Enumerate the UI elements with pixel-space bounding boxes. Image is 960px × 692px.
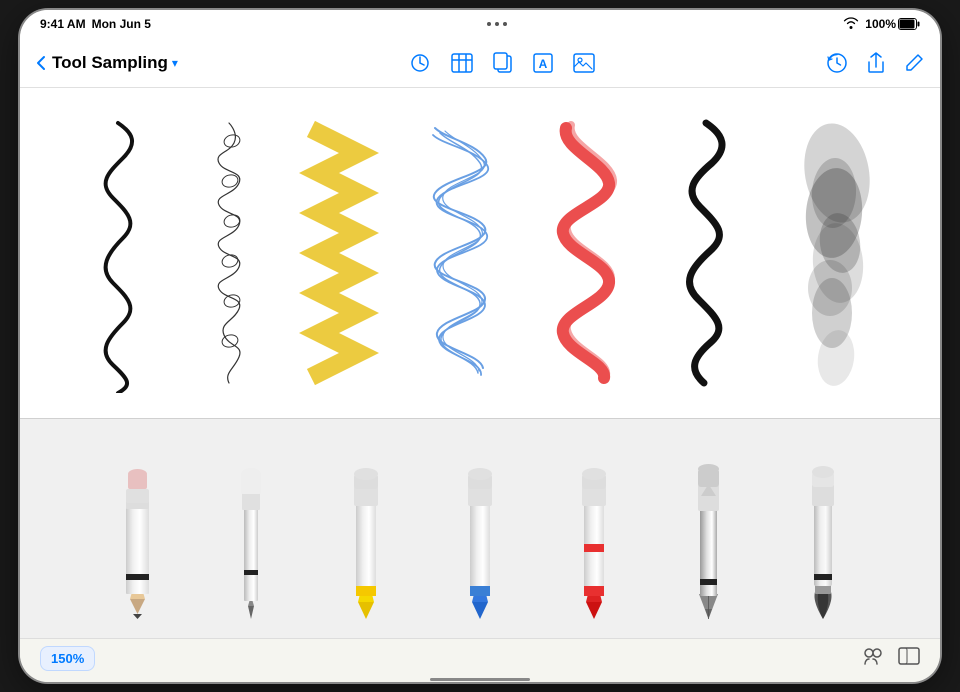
- document-title: Tool Sampling: [52, 53, 168, 73]
- tool-blue-marker[interactable]: [435, 439, 525, 619]
- edit-icon[interactable]: [904, 53, 924, 73]
- collaborate-icon[interactable]: [862, 646, 884, 671]
- stroke-ink-wash: [782, 108, 882, 398]
- bottom-bar: 150%: [20, 638, 940, 678]
- title-area: Tool Sampling ▾: [52, 53, 178, 73]
- ipad-frame: 9:41 AM Mon Jun 5 100%: [20, 10, 940, 682]
- main-content: [20, 88, 940, 638]
- back-button[interactable]: [36, 55, 46, 71]
- copy-tool-icon[interactable]: [493, 52, 513, 74]
- tool-tray: [20, 418, 940, 638]
- toolbar-left: Tool Sampling ▾: [36, 53, 178, 73]
- toolbar: Tool Sampling ▾: [20, 38, 940, 88]
- time: 9:41 AM: [40, 17, 86, 31]
- status-right: 100%: [843, 17, 920, 32]
- tool-fountain-pen[interactable]: [664, 439, 754, 619]
- dot3: [503, 22, 507, 26]
- stroke-blue-scribble: [415, 108, 505, 398]
- dot2: [495, 22, 499, 26]
- battery: 100%: [865, 17, 920, 31]
- svg-text:A: A: [539, 57, 548, 71]
- date: Mon Jun 5: [92, 17, 151, 31]
- tool-fine-pen[interactable]: [206, 439, 296, 619]
- status-left: 9:41 AM Mon Jun 5: [40, 17, 151, 31]
- share-icon[interactable]: [866, 52, 886, 74]
- view-icon[interactable]: [898, 647, 920, 670]
- text-tool-icon[interactable]: A: [533, 53, 553, 73]
- title-dropdown-icon[interactable]: ▾: [172, 56, 178, 70]
- home-indicator: [430, 678, 530, 681]
- shape-tool-icon[interactable]: [409, 52, 431, 74]
- tool-brush[interactable]: [778, 439, 868, 619]
- stroke-loops: [194, 108, 264, 398]
- tool-yellow-marker[interactable]: [321, 439, 411, 619]
- status-center: [487, 22, 507, 26]
- tool-pencil[interactable]: [92, 439, 182, 619]
- table-tool-icon[interactable]: [451, 53, 473, 73]
- status-bar: 9:41 AM Mon Jun 5 100%: [20, 10, 940, 38]
- zoom-level[interactable]: 150%: [40, 646, 95, 671]
- wifi-icon: [843, 17, 859, 32]
- drawing-area: [20, 88, 940, 418]
- toolbar-right: [826, 52, 924, 74]
- stroke-bold-squiggle: [666, 108, 746, 398]
- stroke-yellow-marker: [299, 108, 379, 398]
- image-tool-icon[interactable]: [573, 53, 595, 73]
- toolbar-center: A: [409, 52, 595, 74]
- bottom-right-icons: [862, 646, 920, 671]
- tool-red-marker[interactable]: [549, 439, 639, 619]
- dot1: [487, 22, 491, 26]
- stroke-red-scribble: [541, 108, 631, 398]
- stroke-pen-squiggle: [78, 108, 158, 398]
- history-icon[interactable]: [826, 52, 848, 74]
